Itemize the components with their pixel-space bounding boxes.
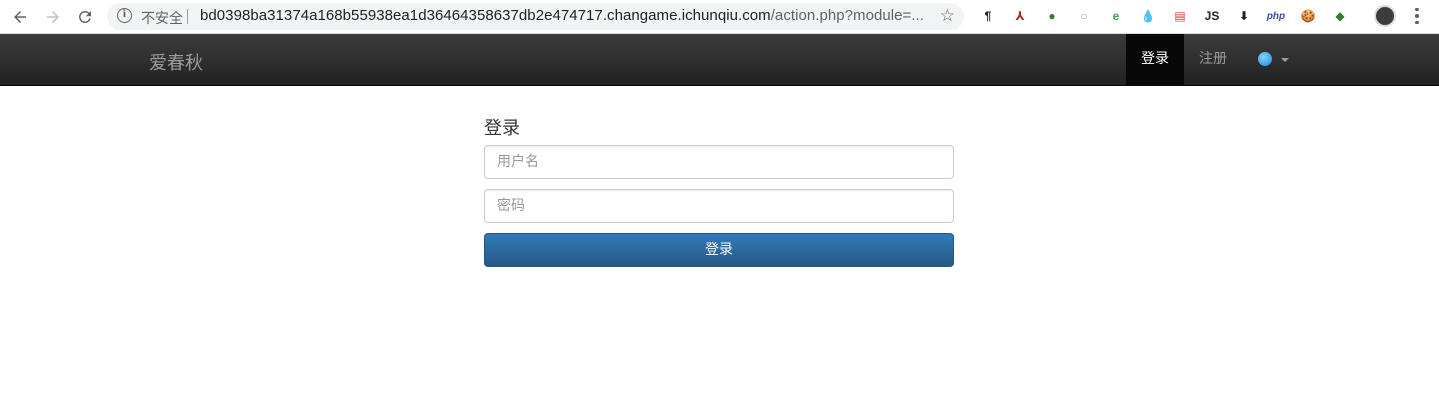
password-input[interactable] <box>484 189 954 223</box>
drop-ext-icon[interactable]: 💧 <box>1138 6 1158 26</box>
site-navbar: 爱春秋 登录 注册 <box>0 34 1439 86</box>
reload-button[interactable] <box>73 5 97 29</box>
browser-toolbar: i 不安全 bd0398ba31374a168b55938ea1d3646435… <box>0 0 1439 34</box>
globe-ext-icon[interactable]: ◆ <box>1330 6 1350 26</box>
url-divider <box>187 9 188 24</box>
reload-icon <box>78 10 91 23</box>
arrow-left-icon <box>14 11 26 23</box>
forward-button[interactable] <box>41 5 65 29</box>
back-button[interactable] <box>8 5 32 29</box>
browser-menu-icon[interactable] <box>1410 6 1424 26</box>
info-icon[interactable]: i <box>117 8 132 23</box>
js-ext-icon[interactable]: JS <box>1202 6 1222 26</box>
caret-down-icon[interactable] <box>1281 58 1289 62</box>
profile-avatar[interactable] <box>1374 5 1396 27</box>
arrow-right-icon <box>47 11 59 23</box>
globe-icon[interactable] <box>1258 52 1272 66</box>
cookie-ext-icon[interactable]: 🍪 <box>1298 6 1318 26</box>
nav-login[interactable]: 登录 <box>1126 34 1184 85</box>
address-bar[interactable]: i 不安全 bd0398ba31374a168b55938ea1d3646435… <box>107 3 964 30</box>
php-ext-icon[interactable]: php <box>1266 6 1286 26</box>
brand-link[interactable]: 爱春秋 <box>149 49 203 75</box>
download-ext-icon[interactable]: ⬇ <box>1234 6 1254 26</box>
login-button[interactable]: 登录 <box>484 233 954 267</box>
url-host: bd0398ba31374a168b55938ea1d36464358637db… <box>200 7 771 24</box>
url-text[interactable]: bd0398ba31374a168b55938ea1d36464358637db… <box>200 7 924 24</box>
e-ext-icon[interactable]: e <box>1106 6 1126 26</box>
paragraph-ext-icon[interactable]: ¶ <box>978 6 998 26</box>
bookmark-star-icon[interactable]: ☆ <box>940 6 955 26</box>
pdf-ext-icon[interactable]: ⅄ <box>1010 6 1030 26</box>
form-title: 登录 <box>484 118 520 139</box>
green-ball-ext-icon[interactable]: ● <box>1042 6 1062 26</box>
security-label[interactable]: 不安全 <box>141 8 183 28</box>
ring-ext-icon[interactable]: ○ <box>1074 6 1094 26</box>
url-path: /action.php?module=... <box>770 7 924 24</box>
red-badge-ext-icon[interactable]: ▤ <box>1170 6 1190 26</box>
username-input[interactable] <box>484 145 954 179</box>
nav-register[interactable]: 注册 <box>1184 34 1242 85</box>
